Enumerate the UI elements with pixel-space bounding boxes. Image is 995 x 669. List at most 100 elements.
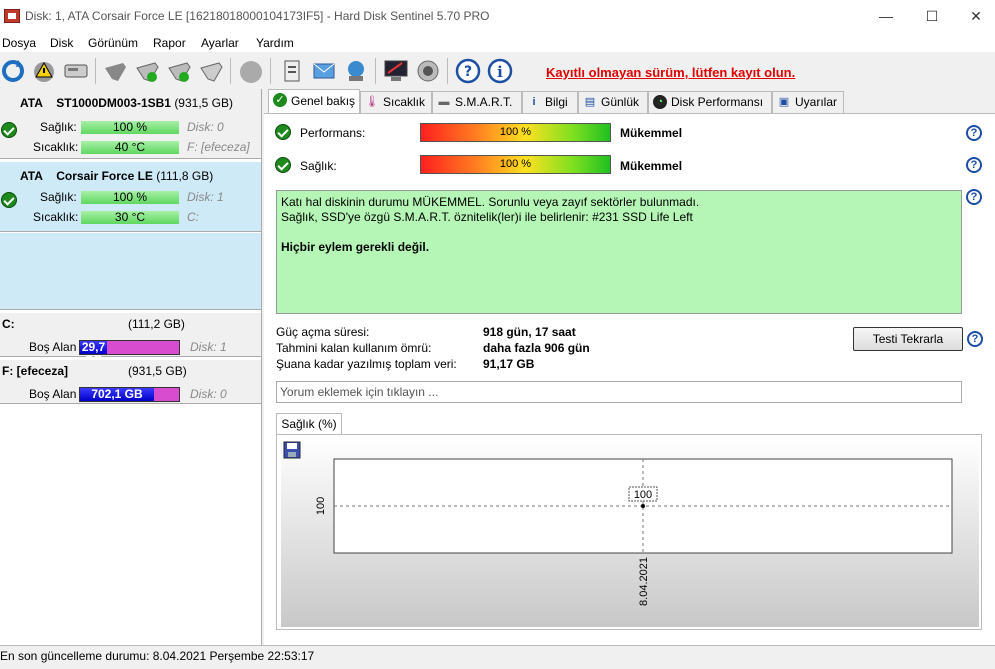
health-label: Sağlık: [300,159,337,173]
tab-info[interactable]: i Bilgi [522,91,578,113]
maximize-button[interactable]: ☐ [909,0,955,33]
x-tick-label: 8.04.2021 [638,557,650,606]
window-title: Disk: 1, ATA Corsair Force LE [162180180… [25,9,490,23]
status-message-line: Sağlık, SSD'ye özgü S.M.A.R.T. öznitelik… [281,210,693,224]
close-button[interactable]: ✕ [953,0,995,33]
help-icon[interactable]: ? [966,157,982,173]
retest-button[interactable]: Testi Tekrarla [853,327,963,351]
total-written-label: Şuana kadar yazılmış toplam veri: [276,357,457,371]
help-icon[interactable]: ? [967,331,983,347]
check-circle-icon: ✓ [273,93,287,107]
status-message-line: Katı hal diskinin durumu MÜKEMMEL. Sorun… [281,195,700,209]
partition-size: (931,5 GB) [128,364,187,378]
performance-check-icon [275,124,291,140]
help-icon[interactable]: ? [966,189,982,205]
tab-temperature[interactable]: 🌡 Sıcaklık [360,91,432,113]
remaining-life-label: Tahmini kalan kullanım ömrü: [276,341,432,355]
monitor-icon[interactable] [383,58,409,84]
free-space-label: Boş Alan [29,340,77,354]
tab-label: Günlük [601,95,640,109]
health-chart-panel: 100 8.04.2021 100 [276,434,982,630]
health-bar: 100 % [81,191,179,204]
help-icon[interactable]: ? [455,58,481,84]
tab-label: Uyarılar [795,95,838,109]
y-tick-label: 100 [315,497,327,515]
tab-smart[interactable]: ▬ S.M.A.R.T. [432,91,522,113]
comment-input[interactable]: Yorum eklemek için tıklayın ... [276,381,962,403]
partition-card-f[interactable]: F: [efeceza] (931,5 GB) Boş Alan 702,1 G… [0,360,261,404]
temperature-bar: 40 °C [81,141,179,154]
disk-vendor: ATA [20,169,43,183]
gauge-icon: ◔ [653,95,667,109]
send-report-icon[interactable] [311,58,337,84]
menu-ayarlar[interactable]: Ayarlar [201,36,239,50]
menu-rapor[interactable]: Rapor [153,36,186,50]
free-space-bar: 702,1 GB [79,387,180,402]
disk-size: (111,8 GB) [156,169,214,183]
disk-test-ok-icon[interactable] [134,58,160,84]
toolbar: ? i Kayıtlı olmayan sürüm, lütfen kayıt … [0,53,995,88]
tab-alerts[interactable]: ▣ Uyarılar [772,91,844,113]
health-label: Sağlık: [40,190,77,204]
disk-number: Disk: 0 [190,387,227,401]
check-icon [1,192,17,208]
hard-disk-icon[interactable] [63,58,89,84]
partition-name: F: [efeceza] [2,364,69,378]
disk-test-icon[interactable] [102,58,128,84]
tab-overview[interactable]: ✓ Genel bakış [268,89,360,113]
performance-rating: Mükemmel [620,126,683,140]
network-icon[interactable] [343,58,369,84]
register-link[interactable]: Kayıtlı olmayan sürüm, lütfen kayıt olun… [546,65,795,80]
last-update-status: En son güncelleme durumu: 8.04.2021 Perş… [0,649,315,663]
temperature-label: Sıcaklık: [33,210,79,224]
menu-yardim[interactable]: Yardım [256,36,294,50]
health-label: Sağlık: [40,120,77,134]
power-on-value: 918 gün, 17 saat [483,325,576,339]
tab-log[interactable]: ▤ Günlük [578,91,648,113]
health-check-icon [275,157,291,173]
data-label: 100 [634,489,652,501]
disk-drives: F: [efeceza] [187,140,250,154]
minimize-button[interactable]: — [863,0,909,33]
menu-dosya[interactable]: Dosya [2,36,36,50]
partition-card-c[interactable]: C: (111,2 GB) Boş Alan 29,7 GB Disk: 1 [0,313,261,367]
disk-vendor: ATA [20,96,43,110]
menu-gorunum[interactable]: Görünüm [88,36,138,50]
refresh-icon[interactable] [0,58,26,84]
alert-disk-icon[interactable] [31,58,57,84]
alert-document-icon: ▣ [778,96,790,108]
performance-label: Performans: [300,126,366,140]
disk-model: ST1000DM003-1SB1 [56,96,171,110]
partition-name: C: [2,317,15,331]
log-icon: ▤ [584,96,596,108]
disk-tools-icon[interactable] [198,58,224,84]
power-on-label: Güç açma süresi: [276,325,370,339]
disk-verify-icon[interactable] [166,58,192,84]
tab-label: Genel bakış [291,94,356,108]
disabled-disk-icon[interactable] [238,58,264,84]
temperature-bar: 30 °C [81,211,179,224]
status-bar: En son güncelleme durumu: 8.04.2021 Perş… [0,645,995,669]
report-icon[interactable] [279,58,305,84]
partition-size: (111,2 GB) [128,317,185,331]
disk-card-0[interactable]: ATA ST1000DM003-1SB1 (931,5 GB) Sağlık: … [0,89,261,159]
svg-text:?: ? [464,64,472,80]
sound-icon[interactable] [415,58,441,84]
thermometer-icon: 🌡 [365,96,379,108]
action-message: Hiçbir eylem gerekli değil. [281,240,430,254]
chart-tab-health[interactable]: Sağlık (%) [276,413,342,435]
menu-disk[interactable]: Disk [50,36,73,50]
status-message-box: Katı hal diskinin durumu MÜKEMMEL. Sorun… [276,190,962,314]
data-point [641,504,645,508]
help-icon[interactable]: ? [966,125,982,141]
info-icon[interactable]: i [487,58,513,84]
tab-label: Disk Performansı [671,95,764,109]
free-space-fill: 29,7 GB [80,340,107,367]
disk-icon: ▬ [438,96,450,108]
disk-number: Disk: 1 [190,340,227,354]
tab-performance[interactable]: ◔ Disk Performansı [648,91,772,113]
disk-list-pane: ATA ST1000DM003-1SB1 (931,5 GB) Sağlık: … [0,89,262,645]
disk-card-1[interactable]: ATA Corsair Force LE (111,8 GB) Sağlık: … [0,162,261,232]
disk-size: (931,5 GB) [174,96,234,110]
title-bar: Disk: 1, ATA Corsair Force LE [162180180… [0,0,995,33]
